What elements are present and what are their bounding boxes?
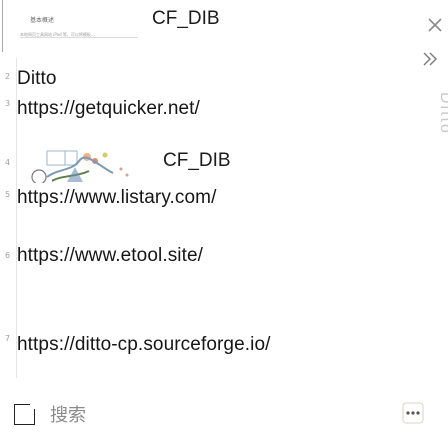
clip-index: 7 bbox=[5, 334, 11, 343]
clip-text: https://www.etool.site/ bbox=[17, 245, 204, 266]
clip-index: 5 bbox=[5, 190, 11, 199]
clip-image-thumbnail bbox=[17, 147, 155, 183]
thumbnail-divider bbox=[20, 37, 138, 38]
clip-text: https://www.listary.com/ bbox=[17, 187, 217, 208]
clip-index: 6 bbox=[5, 251, 11, 260]
clip-index: 3 bbox=[5, 99, 11, 108]
search-input[interactable] bbox=[50, 401, 170, 429]
thumbnail-title: 基本概述 bbox=[30, 17, 55, 24]
double-chevron-right-icon[interactable] bbox=[420, 50, 442, 68]
clip-format-label: CF_DIB bbox=[152, 8, 220, 29]
clip-index: 2 bbox=[5, 72, 11, 81]
clip-text: https://ditto-cp.sourceforge.io/ bbox=[17, 334, 271, 355]
clip-thumbnail: 基本概述 本地网页工具网站 iPad 等，可以将模板… bbox=[10, 6, 140, 50]
close-icon[interactable] bbox=[424, 14, 446, 36]
window-left-edge bbox=[2, 0, 3, 52]
clip-index: 4 bbox=[5, 158, 11, 167]
clip-format-label: CF_DIB bbox=[163, 150, 231, 171]
select-box-icon[interactable] bbox=[14, 403, 36, 425]
ditto-window: 基本概述 本地网页工具网站 iPad 等，可以将模板… CF_DIB 2 Dit… bbox=[0, 0, 448, 436]
clip-text: Ditto bbox=[17, 68, 57, 89]
more-icon[interactable] bbox=[400, 400, 426, 426]
window-watermark: Ditto bbox=[437, 92, 448, 135]
clip-text: https://getquicker.net/ bbox=[17, 98, 200, 119]
